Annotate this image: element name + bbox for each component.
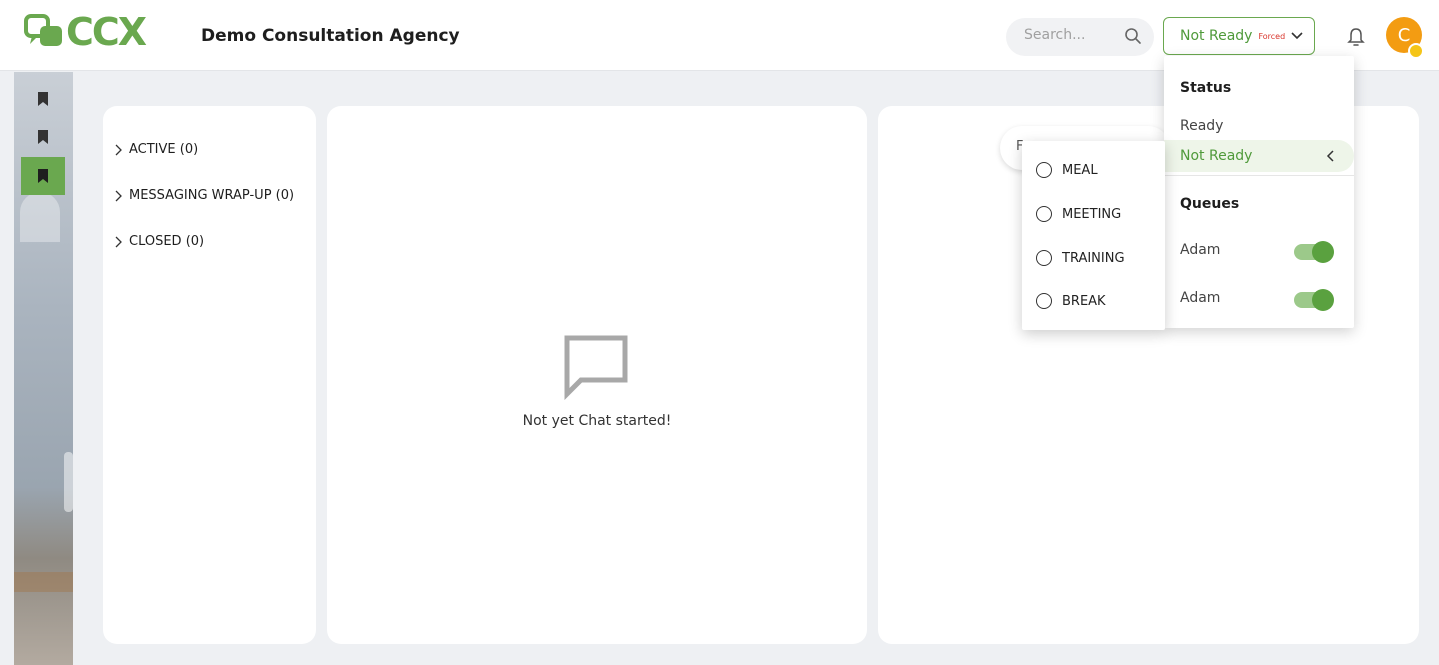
menu-divider [1164,175,1354,176]
conversations-panel: ACTIVE (0) MESSAGING WRAP-UP (0) CLOSED … [103,106,316,644]
status-menu: Status Ready Not Ready Queues Adam Adam [1164,56,1354,328]
bookmark-icon [38,130,48,144]
chevron-down-icon [1291,32,1303,40]
status-heading: Status [1180,80,1232,96]
chevron-right-icon [115,236,122,247]
reason-label: TRAINING [1062,250,1125,266]
chevron-right-icon [115,144,122,155]
reason-option-meal[interactable]: MEAL [1036,162,1098,178]
chevron-left-icon [1326,150,1334,162]
app-logo[interactable]: CCX [24,10,147,54]
logo-text: CCX [66,10,147,54]
toggle-knob [1312,241,1334,263]
reason-option-break[interactable]: BREAK [1036,293,1106,309]
section-label: MESSAGING WRAP-UP (0) [129,188,295,203]
chat-bubble-icon [564,335,628,400]
reason-option-training[interactable]: TRAINING [1036,250,1125,266]
background-table [14,572,73,592]
rail-item-3[interactable] [21,157,65,195]
not-ready-reasons-menu: MEAL MEETING TRAINING BREAK [1022,141,1165,330]
notification-bell-icon[interactable] [1346,26,1366,48]
section-label: ACTIVE (0) [129,142,199,157]
section-messaging-wrap-up[interactable]: MESSAGING WRAP-UP (0) [115,188,294,203]
queue-toggle[interactable] [1294,241,1334,263]
status-option-label: Not Ready [1180,148,1253,164]
bookmark-icon [38,92,48,106]
reason-option-meeting[interactable]: MEETING [1036,206,1121,222]
reason-label: BREAK [1062,293,1106,309]
status-option-not-ready[interactable]: Not Ready [1164,140,1354,172]
search-box [1006,18,1154,56]
background-lamp [20,192,60,242]
radio-button[interactable] [1036,250,1052,266]
radio-button[interactable] [1036,162,1052,178]
organization-name: Demo Consultation Agency [201,26,460,46]
rail-item-2[interactable] [21,118,65,156]
empty-chat-message: Not yet Chat started! [522,413,672,429]
status-option-ready[interactable]: Ready [1180,118,1223,134]
search-input[interactable] [1024,27,1114,43]
reason-label: MEAL [1062,162,1098,178]
status-label: Not Ready [1180,28,1253,44]
background-chair [64,452,73,512]
reason-label: MEETING [1062,206,1122,222]
search-icon[interactable] [1124,27,1142,45]
chevron-right-icon [115,190,122,201]
queue-toggle[interactable] [1294,289,1334,311]
toggle-knob [1312,289,1334,311]
queue-name: Adam [1180,290,1221,306]
radio-button[interactable] [1036,293,1052,309]
rail-item-1[interactable] [21,80,65,118]
logo-mark-icon [24,14,62,46]
queue-name: Adam [1180,242,1221,258]
forced-badge: Forced [1258,31,1286,41]
bookmark-icon [38,169,48,183]
queues-heading: Queues [1180,196,1240,212]
section-label: CLOSED (0) [129,234,205,249]
chat-panel: Not yet Chat started! [327,106,867,644]
avatar-status-badge [1408,43,1424,59]
radio-button[interactable] [1036,206,1052,222]
left-rail [14,72,73,665]
section-active[interactable]: ACTIVE (0) [115,142,198,157]
section-closed[interactable]: CLOSED (0) [115,234,204,249]
status-dropdown-button[interactable]: Not Ready Forced [1163,17,1315,55]
